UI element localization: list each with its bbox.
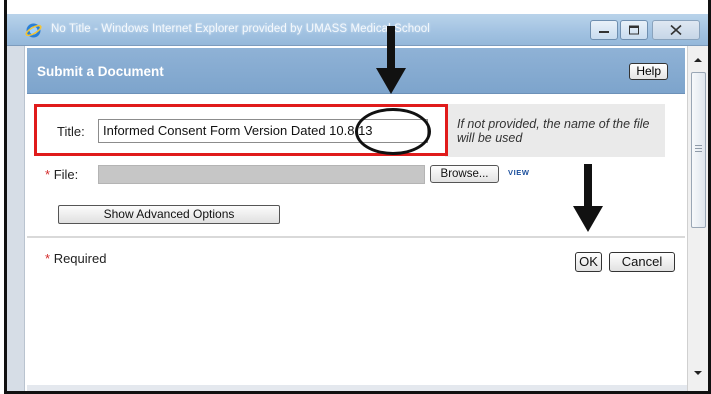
vertical-scrollbar[interactable] [687,46,708,391]
left-gutter [7,46,25,391]
show-advanced-options-button[interactable]: Show Advanced Options [58,205,280,224]
scroll-up-icon[interactable] [692,55,704,65]
ok-button[interactable]: OK [575,252,602,272]
ie-logo-icon [25,23,42,38]
bottom-edge [27,385,687,391]
dialog-header: Submit a Document Help [27,48,685,94]
view-link[interactable]: VIEW [508,168,530,177]
file-label: * File: [45,167,78,182]
thumb-grip [695,145,702,146]
browse-button[interactable]: Browse... [430,165,499,183]
date-highlight-circle [355,108,431,155]
down-arrow-annotation [376,26,406,94]
title-note: If not provided, the name of the file wi… [457,117,650,145]
minimize-icon [599,31,609,33]
maximize-icon [629,25,639,35]
dialog-title: Submit a Document [37,64,164,79]
required-mark: * [45,251,51,266]
thumb-grip [695,151,702,152]
close-button[interactable] [652,20,700,40]
file-path-field[interactable] [98,165,425,184]
scroll-down-icon[interactable] [692,368,704,378]
close-icon [670,24,682,36]
divider [27,236,685,238]
window-titlebar: No Title - Windows Internet Explorer pro… [7,14,708,46]
help-button[interactable]: Help [629,63,668,80]
down-arrow-annotation [573,164,603,232]
required-legend: * Required [45,251,106,266]
title-label: Title: [57,124,85,139]
cancel-button[interactable]: Cancel [609,252,675,272]
maximize-button[interactable] [620,20,648,40]
window-title: No Title - Windows Internet Explorer pro… [51,23,430,35]
file-label-text: File: [53,167,79,182]
required-label: Required [53,251,107,266]
screenshot-frame: No Title - Windows Internet Explorer pro… [4,0,711,394]
scrollbar-thumb[interactable] [691,72,706,228]
minimize-button[interactable] [590,20,618,40]
thumb-grip [695,148,702,149]
file-required-mark: * [45,167,51,182]
